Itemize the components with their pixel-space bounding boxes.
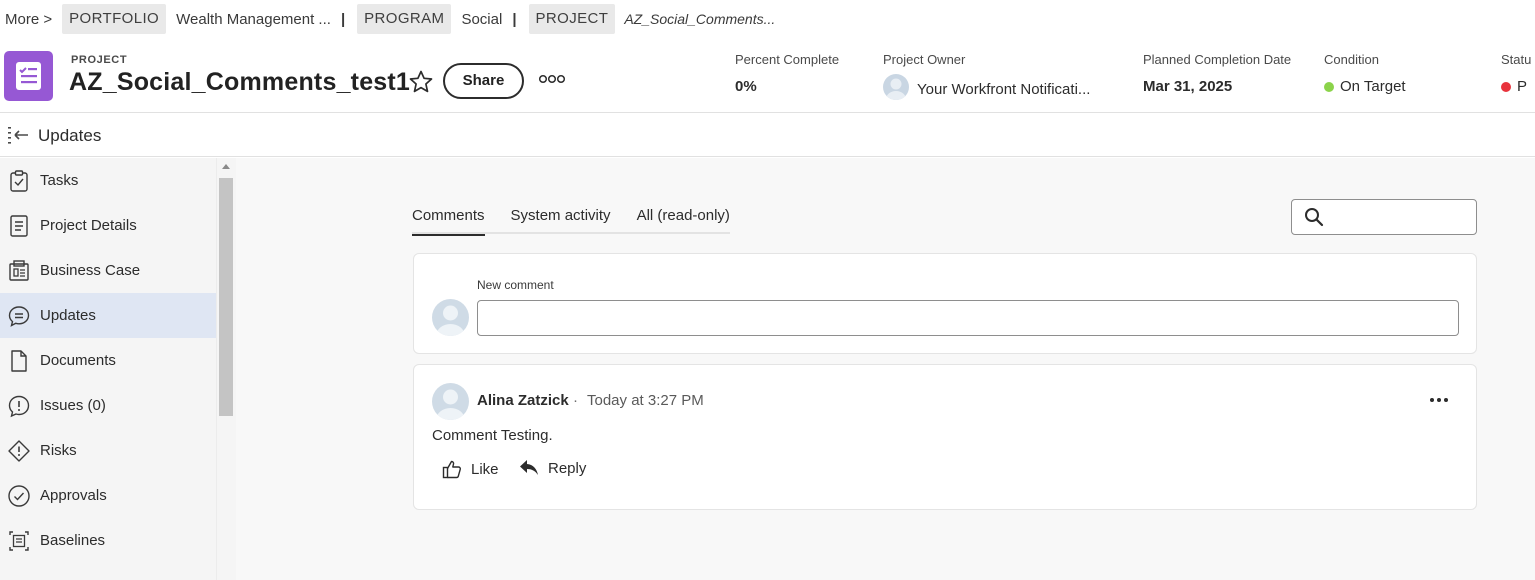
document-lines-icon [10, 214, 28, 237]
breadcrumb-program-link[interactable]: Social [461, 11, 502, 28]
reply-arrow-icon [520, 460, 538, 475]
author-avatar [432, 383, 469, 420]
condition-field: Condition On Target [1324, 52, 1406, 95]
status-label: Statu [1501, 52, 1532, 67]
sidebar-item-documents[interactable]: Documents [0, 338, 216, 383]
comment-more-icon[interactable] [1428, 395, 1450, 405]
alert-bubble-icon [8, 395, 30, 417]
breadcrumb-program-tag: PROGRAM [357, 4, 452, 34]
project-header: PROJECT AZ_Social_Comments_test1 Share P… [0, 44, 1535, 112]
sidebar-item-label: Issues (0) [40, 397, 106, 414]
planned-completion-value: Mar 31, 2025 [1143, 78, 1233, 95]
condition-label: Condition [1324, 52, 1379, 67]
comment-timestamp: Today at 3:27 PM [587, 392, 704, 409]
status-row: P [1501, 78, 1531, 95]
sidebar-item-label: Tasks [40, 172, 79, 189]
sidebar-item-project-details[interactable]: Project Details [0, 203, 216, 248]
planned-completion-field: Planned Completion Date Mar 31, 2025 [1143, 52, 1291, 95]
project-owner-field: Project Owner Your Workfront Notificati.… [883, 52, 1090, 100]
status-dot [1501, 81, 1511, 92]
thumbs-up-icon [442, 460, 461, 479]
sidebar-item-label: Business Case [40, 262, 141, 279]
condition-value: On Target [1340, 78, 1406, 95]
new-comment-input[interactable] [477, 300, 1459, 336]
business-case-icon [9, 259, 29, 281]
sidebar-item-label: Baselines [40, 532, 106, 549]
diamond-alert-icon [8, 439, 30, 462]
project-owner-label: Project Owner [883, 52, 966, 67]
percent-complete-value: 0% [735, 78, 757, 95]
new-comment-card: New comment [413, 253, 1477, 354]
scrollbar-thumb[interactable] [219, 178, 233, 416]
project-owner-value[interactable]: Your Workfront Notificati... [917, 81, 1090, 98]
updates-tabs: Comments System activity All (read-only) [412, 198, 730, 236]
meta-separator: · [573, 392, 578, 409]
sidebar-item-label: Documents [40, 352, 116, 369]
share-button[interactable]: Share [443, 63, 524, 99]
percent-complete-field: Percent Complete 0% [735, 52, 839, 95]
more-options-icon[interactable] [538, 73, 566, 85]
current-user-avatar [432, 299, 469, 336]
sidebar-scrollbar[interactable] [216, 158, 236, 580]
sidebar-item-tasks[interactable]: Tasks [0, 158, 216, 203]
comment-body: Comment Testing. [432, 427, 553, 444]
owner-avatar [883, 74, 909, 100]
sidebar-item-baselines[interactable]: Baselines [0, 518, 216, 563]
new-comment-label: New comment [477, 278, 554, 292]
sidebar-item-label: Project Details [40, 217, 137, 234]
breadcrumb-portfolio-link[interactable]: Wealth Management ... [176, 11, 331, 28]
sidebar-item-business-case[interactable]: Business Case [0, 248, 216, 293]
project-owner-row: Your Workfront Notificati... [883, 74, 1090, 100]
status-value[interactable]: P [1517, 78, 1527, 95]
reply-button[interactable]: Reply [519, 459, 586, 477]
like-button[interactable]: Like [442, 459, 499, 479]
planned-completion-label: Planned Completion Date [1143, 52, 1292, 67]
status-field: Statu P [1501, 52, 1531, 95]
breadcrumb-portfolio-tag: PORTFOLIO [62, 4, 167, 34]
breadcrumb-separator: | [340, 10, 346, 28]
baseline-icon [9, 530, 29, 551]
breadcrumb-project-current: AZ_Social_Comments... [624, 11, 776, 27]
scroll-up-arrow-icon[interactable] [222, 164, 230, 169]
sidebar-item-label: Risks [40, 442, 77, 459]
percent-complete-label: Percent Complete [735, 52, 840, 67]
tab-comments[interactable]: Comments [412, 198, 485, 236]
breadcrumb: More > PORTFOLIO Wealth Management ... |… [0, 4, 775, 34]
speech-bubble-icon [8, 305, 30, 327]
check-circle-icon [8, 484, 30, 507]
page-title: AZ_Social_Comments_test1 [69, 68, 411, 96]
breadcrumb-project-tag: PROJECT [528, 4, 616, 34]
condition-row: On Target [1324, 78, 1406, 95]
sidebar-nav: Tasks Project Details Business Case Upda… [0, 158, 216, 580]
section-header: Updates [0, 113, 1535, 157]
sidebar-item-updates[interactable]: Updates [0, 293, 216, 338]
breadcrumb-separator: | [512, 10, 517, 28]
sidebar-item-approvals[interactable]: Approvals [0, 473, 216, 518]
breadcrumb-more-link[interactable]: More > [0, 11, 52, 28]
clipboard-check-icon [10, 169, 28, 192]
reply-label: Reply [548, 459, 587, 477]
section-title: Updates [38, 126, 102, 145]
project-icon [4, 51, 53, 101]
file-icon [11, 349, 27, 372]
like-label: Like [471, 460, 499, 478]
project-type-label: PROJECT [71, 54, 128, 66]
favorite-star-icon[interactable] [408, 69, 434, 95]
sidebar-item-label: Updates [40, 307, 96, 324]
sidebar-item-issues[interactable]: Issues (0) [0, 383, 216, 428]
tab-system-activity[interactable]: System activity [511, 198, 611, 234]
comment-card: Alina Zatzick · Today at 3:27 PM Comment… [413, 364, 1477, 510]
tab-all-read-only[interactable]: All (read-only) [637, 198, 730, 234]
comment-author[interactable]: Alina Zatzick [477, 392, 569, 409]
condition-dot [1324, 81, 1334, 92]
sidebar-item-risks[interactable]: Risks [0, 428, 216, 473]
collapse-sidebar-icon[interactable] [7, 125, 31, 145]
search-input[interactable] [1291, 199, 1477, 235]
search-icon [1305, 208, 1324, 227]
sidebar-item-label: Approvals [40, 487, 107, 504]
